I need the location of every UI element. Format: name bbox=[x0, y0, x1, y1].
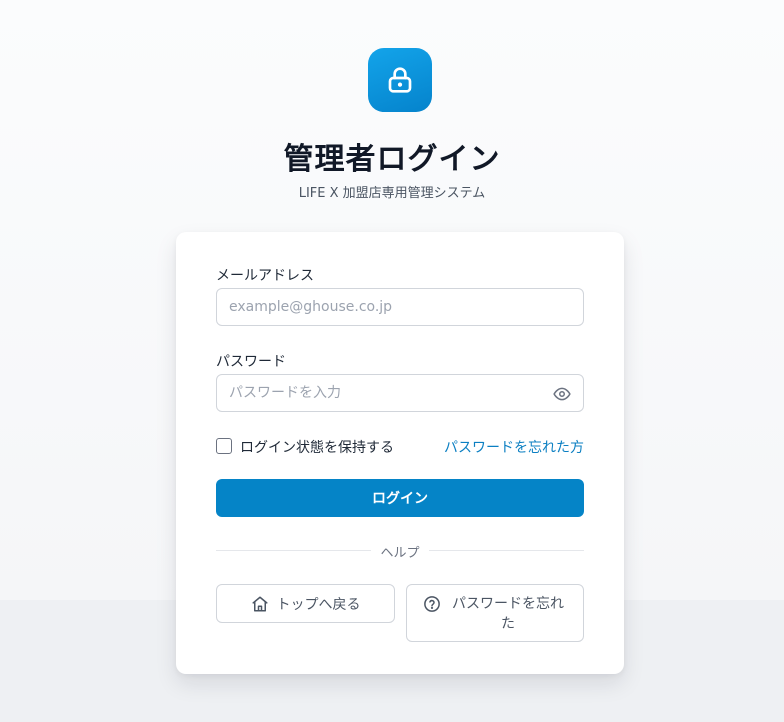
remember-label[interactable]: ログイン状態を保持する bbox=[240, 437, 394, 457]
help-divider-label: ヘルプ bbox=[380, 546, 420, 561]
show-password-eye-icon[interactable] bbox=[552, 384, 572, 404]
forgot-password-button[interactable]: パスワードを忘れた bbox=[406, 584, 584, 642]
divider-right bbox=[429, 550, 584, 551]
help-circle-icon bbox=[423, 595, 441, 613]
email-input[interactable] bbox=[216, 288, 584, 326]
password-label: パスワード bbox=[216, 354, 286, 370]
login-card: メールアドレス パスワード ログイン状態を保持する パスワードを忘れた方 ログイ… bbox=[176, 232, 624, 674]
login-page: 管理者ログイン LIFE X 加盟店専用管理システム メールアドレス パスワード… bbox=[0, 0, 784, 722]
login-button[interactable]: ログイン bbox=[216, 479, 584, 517]
page-title: 管理者ログイン bbox=[283, 142, 501, 177]
lock-icon bbox=[388, 67, 412, 93]
forgot-password-link[interactable]: パスワードを忘れた方 bbox=[444, 437, 584, 457]
back-to-top-button[interactable]: トップへ戻る bbox=[216, 584, 395, 623]
page-subtitle: LIFE X 加盟店専用管理システム bbox=[298, 186, 486, 201]
email-label: メールアドレス bbox=[216, 268, 314, 284]
password-input[interactable] bbox=[216, 374, 584, 412]
lock-badge bbox=[368, 48, 432, 112]
remember-checkbox[interactable] bbox=[216, 438, 232, 454]
back-to-top-label: トップへ戻る bbox=[276, 596, 361, 613]
home-icon bbox=[251, 595, 269, 613]
forgot-password-button-label: パスワードを忘れた bbox=[452, 596, 564, 632]
